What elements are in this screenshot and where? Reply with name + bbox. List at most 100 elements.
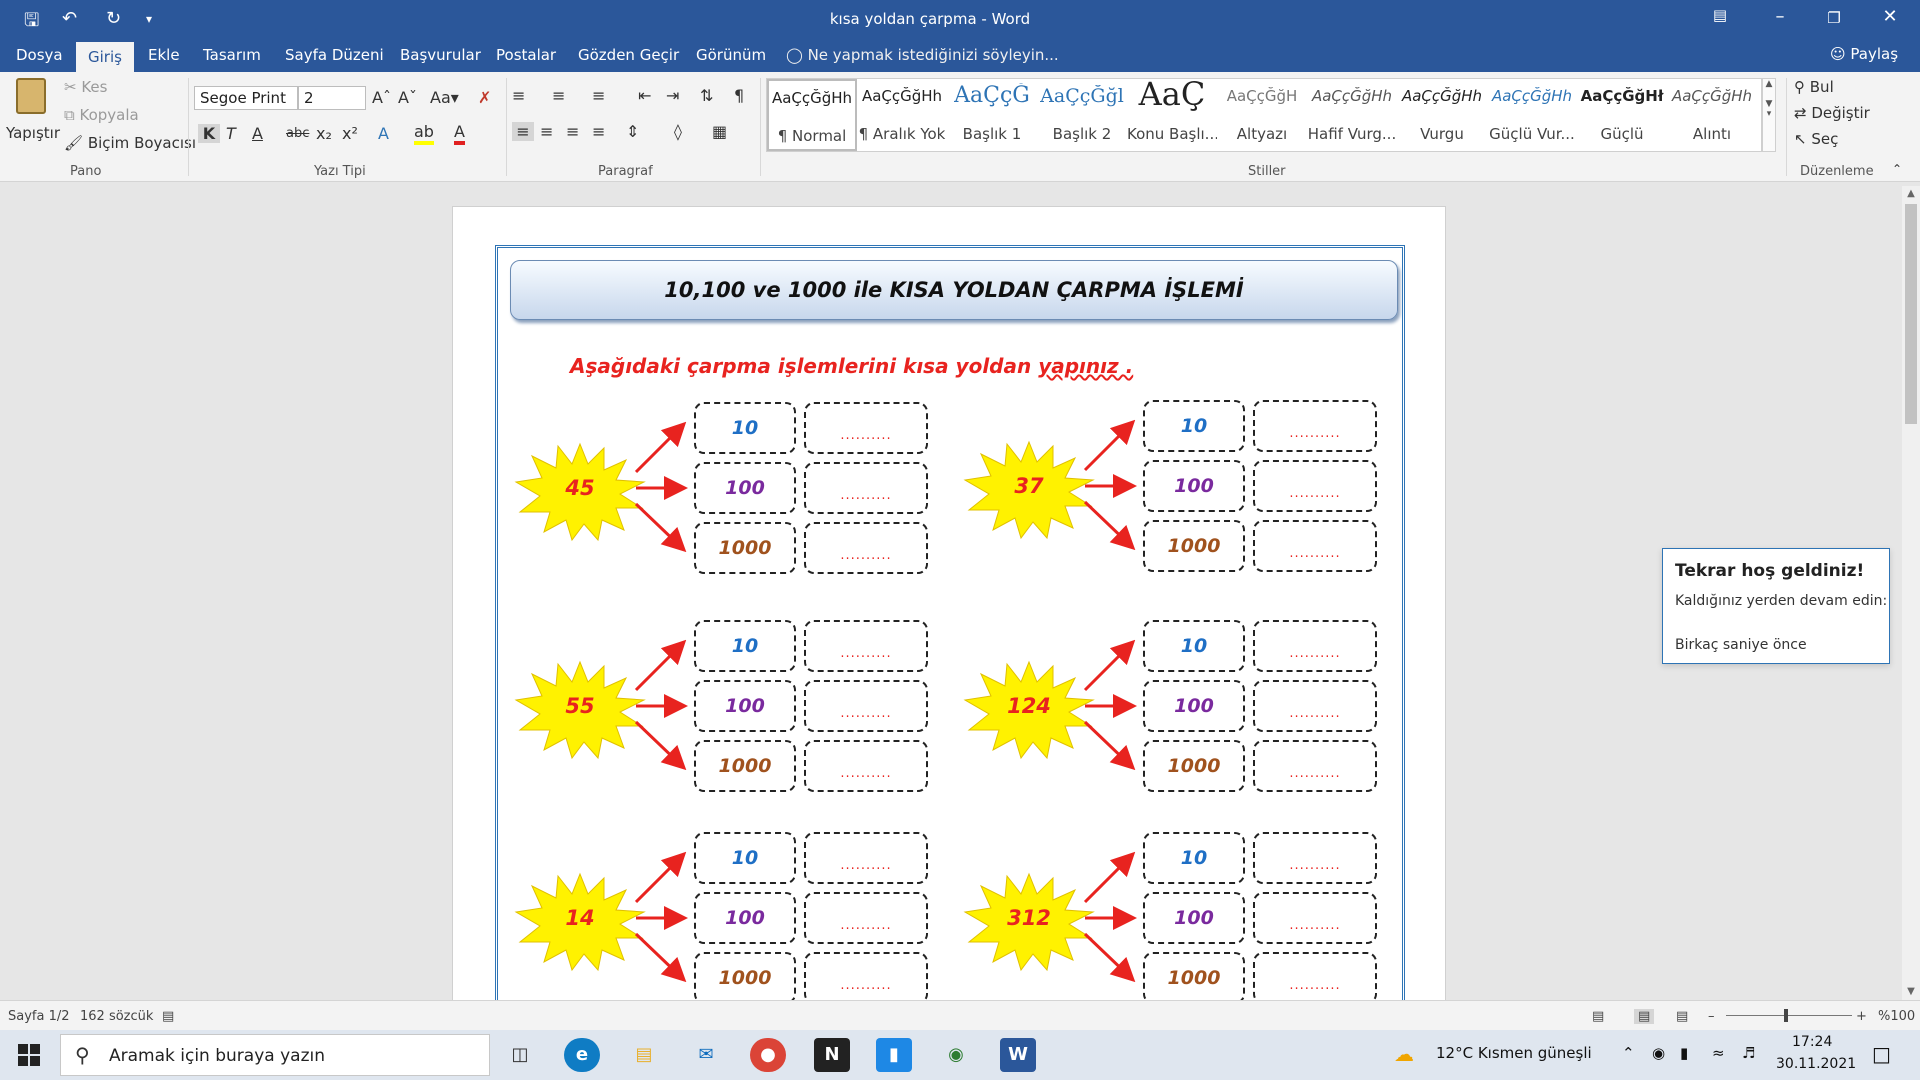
- chrome-icon[interactable]: ●: [750, 1038, 786, 1072]
- file-explorer-icon[interactable]: ▤: [626, 1038, 662, 1072]
- underline-button[interactable]: A: [252, 124, 263, 143]
- justify-icon[interactable]: ≡: [592, 122, 605, 141]
- answer-box[interactable]: ..........: [1253, 400, 1377, 452]
- read-mode-icon[interactable]: ▤: [1592, 1009, 1604, 1024]
- clock-time[interactable]: 17:24: [1792, 1034, 1832, 1050]
- answer-box[interactable]: ..........: [804, 952, 928, 1000]
- mail-icon[interactable]: ✉: [688, 1038, 724, 1072]
- volume-icon[interactable]: ♬: [1742, 1044, 1755, 1062]
- page-count[interactable]: Sayfa 1/2: [8, 1009, 70, 1024]
- tell-me-box[interactable]: ◯ Ne yapmak istediğinizi söyleyin...: [786, 46, 1059, 64]
- strikethrough-button[interactable]: abc: [286, 126, 309, 141]
- zoom-in-icon[interactable]: +: [1856, 1009, 1867, 1024]
- windows-start-icon[interactable]: [18, 1044, 40, 1066]
- tab-review[interactable]: Gözden Geçir: [578, 46, 679, 64]
- clear-formatting-icon[interactable]: ✗: [478, 88, 491, 107]
- zoom-slider[interactable]: [1726, 1009, 1852, 1022]
- decrease-indent-icon[interactable]: ⇤: [638, 86, 651, 105]
- select-button[interactable]: ↖ Seç: [1794, 130, 1838, 148]
- minimize-button[interactable]: –: [1760, 6, 1800, 27]
- scroll-thumb[interactable]: [1905, 204, 1917, 424]
- document-page[interactable]: 10,100 ve 1000 ile KISA YOLDAN ÇARPMA İŞ…: [452, 206, 1446, 1000]
- zoom-level[interactable]: %100: [1878, 1009, 1915, 1024]
- multilevel-list-icon[interactable]: ≡: [592, 86, 605, 105]
- align-right-icon[interactable]: ≡: [566, 122, 579, 141]
- weather-icon[interactable]: ☁: [1394, 1042, 1414, 1066]
- close-button[interactable]: ✕: [1870, 6, 1910, 27]
- shading-icon[interactable]: ◊: [674, 122, 682, 141]
- replace-button[interactable]: ⇄ Değiştir: [1794, 104, 1870, 122]
- style-subtitle[interactable]: AaÇçĞğH Altyazı: [1217, 79, 1307, 151]
- tab-view[interactable]: Görünüm: [696, 46, 766, 64]
- document-area[interactable]: 10,100 ve 1000 ile KISA YOLDAN ÇARPMA İŞ…: [0, 182, 1920, 1000]
- notion-icon[interactable]: N: [814, 1038, 850, 1072]
- download-manager-icon[interactable]: ◉: [938, 1038, 974, 1072]
- style-heading-1[interactable]: AaÇçĞ Başlık 1: [947, 79, 1037, 151]
- answer-box[interactable]: ..........: [1253, 892, 1377, 944]
- shrink-font-icon[interactable]: Aˇ: [398, 88, 417, 107]
- edge-icon[interactable]: e: [564, 1038, 600, 1072]
- font-color-icon[interactable]: A: [454, 122, 465, 145]
- answer-box[interactable]: ..........: [804, 740, 928, 792]
- borders-icon[interactable]: ▦: [712, 122, 727, 141]
- battery-icon[interactable]: ▮: [1680, 1044, 1688, 1062]
- tab-references[interactable]: Başvurular: [400, 46, 481, 64]
- print-layout-icon[interactable]: ▤: [1634, 1009, 1655, 1024]
- sort-icon[interactable]: ⇅: [700, 86, 713, 105]
- grow-font-icon[interactable]: Aˆ: [372, 88, 391, 107]
- answer-box[interactable]: ..........: [804, 402, 928, 454]
- share-button[interactable]: ☺ Paylaş: [1830, 45, 1898, 63]
- zoom-out-icon[interactable]: –: [1708, 1009, 1715, 1024]
- tab-file[interactable]: Dosya: [16, 46, 63, 64]
- answer-box[interactable]: ..........: [1253, 740, 1377, 792]
- style-title[interactable]: AaÇ Konu Başlı...: [1127, 75, 1217, 151]
- answer-box[interactable]: ..........: [804, 832, 928, 884]
- tab-design[interactable]: Tasarım: [203, 46, 261, 64]
- clock-date[interactable]: 30.11.2021: [1776, 1056, 1856, 1072]
- style-quote[interactable]: AaÇçĞğHh Alıntı: [1667, 79, 1757, 151]
- answer-box[interactable]: ..........: [1253, 460, 1377, 512]
- wifi-icon[interactable]: ≈: [1712, 1044, 1725, 1062]
- answer-box[interactable]: ..........: [804, 462, 928, 514]
- bold-button[interactable]: K: [198, 124, 220, 143]
- cut-button[interactable]: ✂ Kes: [64, 78, 107, 96]
- subscript-button[interactable]: x₂: [316, 124, 332, 143]
- zoom-slider-thumb[interactable]: [1784, 1009, 1788, 1022]
- tab-mailings[interactable]: Postalar: [496, 46, 556, 64]
- find-button[interactable]: ⚲ Bul: [1794, 78, 1834, 96]
- style-subtle-emphasis[interactable]: AaÇçĞğHh Hafif Vurg...: [1307, 79, 1397, 151]
- restore-button[interactable]: ❐: [1814, 9, 1854, 27]
- taskbar-search[interactable]: ⚲ Aramak için buraya yazın: [60, 1034, 490, 1076]
- answer-box[interactable]: ..........: [1253, 680, 1377, 732]
- answer-box[interactable]: ..........: [1253, 520, 1377, 572]
- phone-app-icon[interactable]: ▮: [876, 1038, 912, 1072]
- italic-button[interactable]: T: [226, 124, 236, 143]
- vertical-scrollbar[interactable]: ▲ ▼: [1902, 186, 1920, 1000]
- change-case-icon[interactable]: Aa▾: [430, 88, 459, 107]
- increase-indent-icon[interactable]: ⇥: [666, 86, 679, 105]
- answer-box[interactable]: ..........: [804, 680, 928, 732]
- notifications-icon[interactable]: □: [1872, 1042, 1891, 1066]
- align-center-icon[interactable]: ≡: [540, 122, 553, 141]
- copy-button[interactable]: ⧉ Kopyala: [64, 106, 139, 124]
- numbering-icon[interactable]: ≡: [552, 86, 565, 105]
- scroll-down-icon[interactable]: ▼: [1902, 986, 1920, 997]
- paste-button[interactable]: Yapıştır: [6, 76, 60, 160]
- answer-box[interactable]: ..........: [804, 892, 928, 944]
- style-no-spacing[interactable]: AaÇçĞğHh ¶ Aralık Yok: [857, 79, 947, 151]
- task-view-icon[interactable]: ◫: [502, 1038, 538, 1072]
- answer-box[interactable]: ..........: [804, 522, 928, 574]
- tray-chevron-icon[interactable]: ⌃: [1622, 1044, 1635, 1062]
- styles-scroll[interactable]: ▲ ▼ ▾: [1762, 78, 1776, 152]
- web-layout-icon[interactable]: ▤: [1676, 1009, 1688, 1024]
- superscript-button[interactable]: x²: [342, 124, 358, 143]
- word-count[interactable]: 162 sözcük: [80, 1009, 153, 1024]
- show-marks-icon[interactable]: ¶: [734, 86, 744, 105]
- ribbon-display-options-icon[interactable]: ▤: [1700, 6, 1740, 24]
- line-spacing-icon[interactable]: ⇕: [626, 122, 639, 141]
- style-heading-2[interactable]: AaÇçĞğl Başlık 2: [1037, 79, 1127, 151]
- word-icon[interactable]: W: [1000, 1038, 1036, 1072]
- format-painter-button[interactable]: 🖌 Biçim Boyacısı: [64, 134, 196, 152]
- weather-text[interactable]: 12°C Kısmen güneşli: [1436, 1044, 1592, 1062]
- scroll-up-icon[interactable]: ▲: [1902, 188, 1920, 199]
